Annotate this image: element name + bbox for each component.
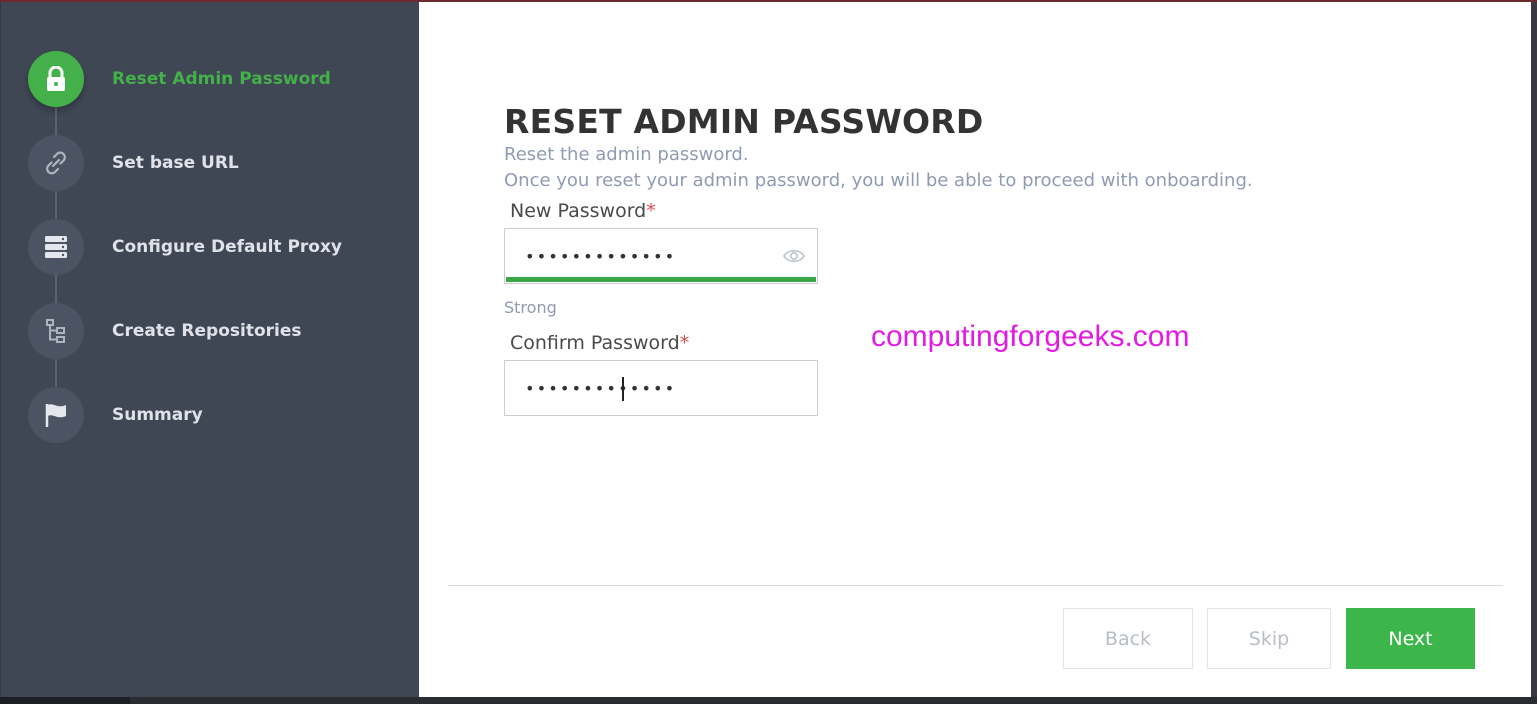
step-connector (55, 190, 57, 222)
main-panel: RESET ADMIN PASSWORD Reset the admin pas… (419, 2, 1531, 697)
step-connector (55, 274, 57, 306)
step-label: Reset Admin Password (112, 69, 331, 89)
watermark-text: computingforgeeks.com (871, 320, 1190, 353)
new-password-label: New Password* (510, 200, 656, 222)
password-strength-text: Strong (504, 298, 557, 317)
required-mark: * (646, 200, 656, 222)
skip-button[interactable]: Skip (1207, 608, 1331, 669)
step-reset-admin-password[interactable]: Reset Admin Password (28, 51, 408, 107)
step-create-repositories[interactable]: Create Repositories (28, 303, 408, 359)
page-subtitle: Reset the admin password. (504, 144, 749, 165)
window-bottom-bar (0, 697, 1537, 704)
password-strength-bar (506, 277, 816, 282)
step-label: Set base URL (112, 153, 239, 173)
lock-icon (28, 51, 84, 107)
step-connector (55, 106, 57, 138)
footer-divider (448, 585, 1503, 586)
step-label: Configure Default Proxy (112, 237, 343, 257)
page-description: Once you reset your admin password, you … (504, 170, 1253, 191)
new-password-input[interactable] (525, 243, 775, 269)
wizard-sidebar: Reset Admin Password Set base URL Config… (1, 2, 419, 697)
taskbar-tab (0, 697, 130, 704)
text-cursor (622, 377, 624, 401)
confirm-password-field[interactable] (504, 360, 818, 416)
step-set-base-url[interactable]: Set base URL (28, 135, 408, 191)
step-summary[interactable]: Summary (28, 387, 408, 443)
confirm-password-input[interactable] (525, 375, 775, 401)
back-button[interactable]: Back (1063, 608, 1193, 669)
tree-icon (28, 303, 84, 359)
eye-icon[interactable] (783, 247, 805, 265)
page-title: RESET ADMIN PASSWORD (504, 102, 984, 141)
step-label: Summary (112, 405, 203, 425)
required-mark: * (679, 332, 690, 354)
step-configure-default-proxy[interactable]: Configure Default Proxy (28, 219, 408, 275)
server-icon (28, 219, 84, 275)
new-password-field[interactable] (504, 228, 818, 284)
confirm-password-label: Confirm Password* (510, 332, 690, 354)
app-frame: Reset Admin Password Set base URL Config… (0, 0, 1537, 704)
link-icon (28, 135, 84, 191)
step-label: Create Repositories (112, 321, 302, 341)
next-button[interactable]: Next (1346, 608, 1475, 669)
step-connector (55, 358, 57, 390)
flag-icon (28, 387, 84, 443)
